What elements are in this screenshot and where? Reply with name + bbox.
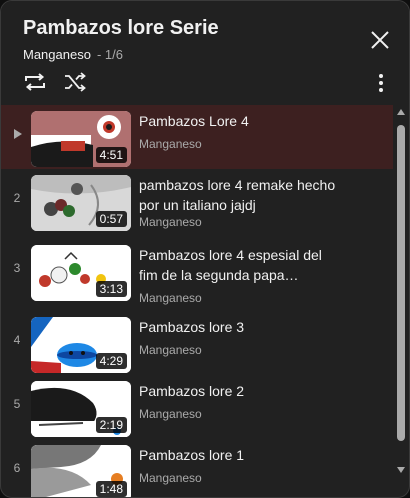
loop-button[interactable] [23, 72, 47, 92]
item-index: 2 [13, 191, 21, 205]
item-index: 6 [13, 461, 21, 475]
video-channel[interactable]: Manganeso [139, 137, 202, 151]
close-icon [371, 31, 389, 49]
video-thumbnail[interactable]: 1:48 [31, 445, 131, 497]
playlist-header: Pambazos lore Serie Manganeso - 1/6 [1, 1, 409, 105]
video-channel[interactable]: Manganeso [139, 215, 202, 229]
video-duration: 4:29 [95, 353, 127, 369]
video-channel[interactable]: Manganeso [139, 291, 202, 305]
video-title[interactable]: Pambazos lore 3 [139, 317, 339, 337]
shuffle-button[interactable] [63, 72, 87, 92]
loop-icon [25, 73, 45, 91]
playlist-panel: Pambazos lore Serie Manganeso - 1/6 4:51… [0, 0, 410, 498]
playlist-item[interactable]: 3 3:13 Pambazos lore 4 espesial del fim … [1, 239, 393, 305]
item-index: 4 [13, 333, 21, 347]
more-options-button[interactable] [371, 71, 391, 95]
video-duration: 0:57 [95, 211, 127, 227]
video-duration: 4:51 [95, 147, 127, 163]
video-thumbnail[interactable]: 4:29 [31, 317, 131, 373]
video-channel[interactable]: Manganeso [139, 343, 202, 357]
playlist-item[interactable]: 5 2:19 Pambazos lore 2 Manganeso [1, 375, 393, 439]
item-index: 5 [13, 397, 21, 411]
play-indicator-icon [14, 129, 22, 139]
more-vertical-icon [379, 74, 383, 92]
video-thumbnail[interactable]: 4:51 [31, 111, 131, 167]
video-duration: 3:13 [95, 281, 127, 297]
video-thumbnail[interactable]: 3:13 [31, 245, 131, 301]
shuffle-icon [65, 72, 86, 92]
playlist-channel[interactable]: Manganeso [23, 47, 91, 62]
video-title[interactable]: Pambazos lore 2 [139, 381, 339, 401]
scroll-down-arrow-icon[interactable] [397, 467, 405, 473]
playlist-item[interactable]: 4:51 Pambazos Lore 4 Manganeso [1, 105, 393, 169]
video-duration: 2:19 [95, 417, 127, 433]
video-title[interactable]: Pambazos lore 1 [139, 445, 339, 465]
video-channel[interactable]: Manganeso [139, 471, 202, 485]
playlist-item[interactable]: 2 0:57 pambazos lore 4 remake hecho por … [1, 169, 393, 233]
close-button[interactable] [367, 27, 393, 53]
playlist-title[interactable]: Pambazos lore Serie [23, 17, 219, 40]
video-thumbnail[interactable]: 2:19 [31, 381, 131, 437]
playlist-subtitle: Manganeso - 1/6 [23, 47, 123, 62]
video-thumbnail[interactable]: 0:57 [31, 175, 131, 231]
video-title[interactable]: Pambazos Lore 4 [139, 111, 339, 131]
playlist-items: 4:51 Pambazos Lore 4 Manganeso 2 0:57 pa… [1, 105, 393, 497]
video-title[interactable]: Pambazos lore 4 espesial del fim de la s… [139, 245, 339, 285]
playlist-position: - 1/6 [96, 47, 123, 62]
scroll-up-arrow-icon[interactable] [397, 109, 405, 115]
video-title[interactable]: pambazos lore 4 remake hecho por un ital… [139, 175, 339, 215]
scrollbar-thumb[interactable] [397, 125, 405, 441]
playlist-item[interactable]: 6 1:48 Pambazos lore 1 Manganeso [1, 439, 393, 497]
playlist-item[interactable]: 4 4:29 Pambazos lore 3 Manganeso [1, 311, 393, 375]
item-index: 3 [13, 261, 21, 275]
video-channel[interactable]: Manganeso [139, 407, 202, 421]
video-duration: 1:48 [95, 481, 127, 497]
